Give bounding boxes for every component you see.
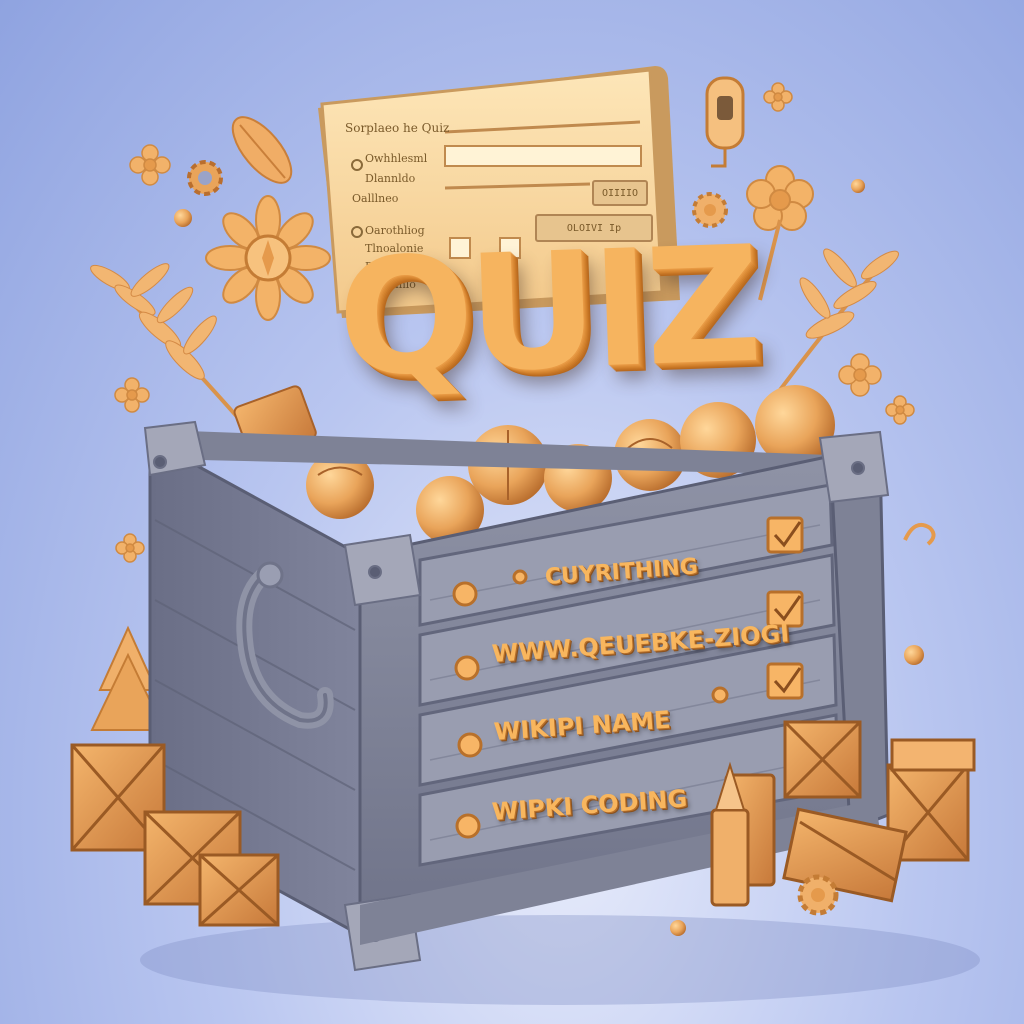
dot bbox=[670, 920, 686, 936]
flower-icon bbox=[115, 533, 145, 563]
flower-icon bbox=[885, 395, 915, 425]
dot bbox=[904, 645, 924, 665]
flower-icon bbox=[838, 353, 882, 397]
wooden-box bbox=[198, 853, 280, 927]
leaf-spray-left-icon bbox=[90, 263, 242, 422]
sun-flower-icon bbox=[205, 195, 331, 321]
form-label: Owhhlesml bbox=[365, 152, 428, 165]
checkbox-icon[interactable] bbox=[766, 662, 804, 700]
lock-icon bbox=[705, 76, 745, 168]
floor-shadow bbox=[140, 915, 980, 1005]
wooden-box bbox=[783, 720, 862, 799]
checkbox-icon[interactable] bbox=[766, 516, 804, 554]
dot bbox=[174, 209, 192, 227]
form-label: Oalllneo bbox=[352, 192, 399, 205]
flower-icon bbox=[129, 144, 171, 186]
quiz-crate-scene bbox=[70, 66, 980, 1005]
flower-stem bbox=[758, 219, 782, 301]
form-button[interactable]: OIIIIO bbox=[592, 180, 648, 206]
swirl-icon bbox=[903, 523, 936, 546]
form-label: Dlannldo bbox=[365, 172, 416, 185]
leaf-icon bbox=[231, 116, 293, 184]
form-title: Sorplaeo he Quiz bbox=[345, 121, 450, 135]
gear-icon bbox=[797, 874, 839, 916]
dot bbox=[851, 179, 865, 193]
quiz-title: QUIZ bbox=[334, 210, 759, 413]
gear-icon bbox=[187, 160, 223, 196]
flower-icon bbox=[763, 82, 793, 112]
flower-icon bbox=[114, 377, 150, 413]
wooden-box bbox=[890, 738, 976, 772]
